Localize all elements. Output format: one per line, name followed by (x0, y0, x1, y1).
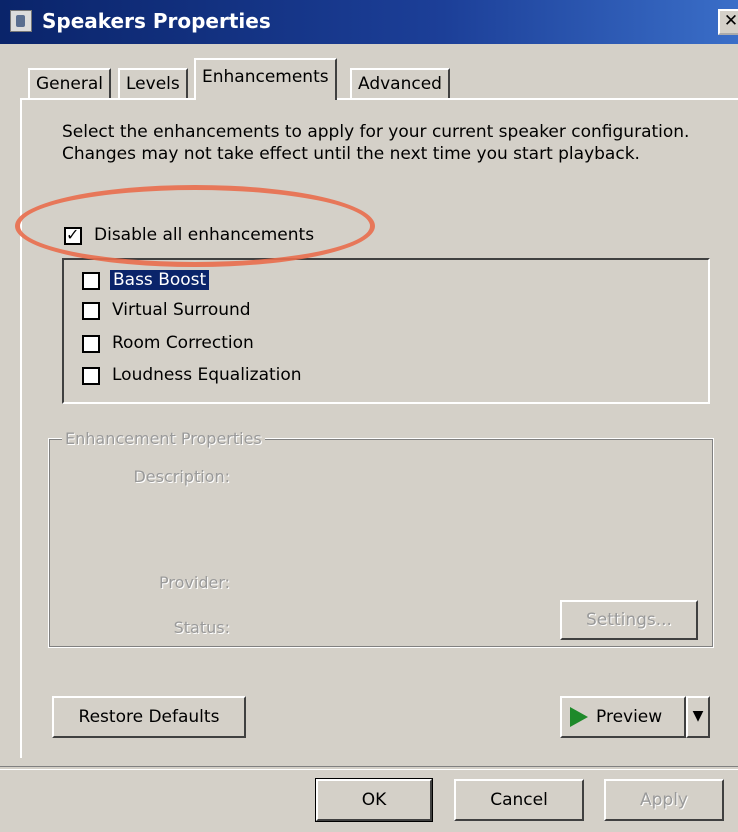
tab-enhancements[interactable]: Enhancements (194, 58, 337, 100)
bass-boost-checkbox[interactable] (82, 272, 100, 290)
speaker-icon (10, 10, 32, 32)
preview-button[interactable]: Preview (560, 696, 686, 738)
group-legend: Enhancement Properties (62, 429, 265, 448)
play-icon (570, 707, 588, 727)
intro-text: Select the enhancements to apply for you… (62, 122, 690, 164)
virtual-surround-checkbox[interactable] (82, 302, 100, 320)
list-item[interactable]: Room Correction (112, 333, 254, 353)
close-button[interactable]: ✕ (718, 9, 738, 35)
speakers-properties-dialog: Speakers Properties ✕ General Levels Enh… (0, 0, 738, 832)
close-icon: ✕ (723, 11, 738, 31)
tab-levels[interactable]: Levels (118, 68, 188, 98)
settings-button[interactable]: Settings... (560, 600, 698, 640)
list-item[interactable]: Loudness Equalization (112, 365, 302, 385)
tab-general[interactable]: General (28, 68, 111, 98)
restore-defaults-button[interactable]: Restore Defaults (52, 696, 246, 738)
provider-label: Provider: (159, 573, 230, 592)
list-item[interactable]: Bass Boost (110, 270, 210, 290)
room-correction-checkbox[interactable] (82, 335, 100, 353)
title-bar: Speakers Properties ✕ (0, 0, 738, 44)
loudness-equalization-checkbox[interactable] (82, 367, 100, 385)
cancel-button[interactable]: Cancel (454, 779, 584, 821)
ok-button[interactable]: OK (315, 778, 433, 822)
divider (0, 766, 738, 770)
chevron-down-icon: ▼ (692, 708, 704, 724)
tab-advanced[interactable]: Advanced (350, 68, 450, 98)
apply-button[interactable]: Apply (604, 779, 724, 821)
preview-dropdown-button[interactable]: ▼ (686, 696, 710, 738)
window-title: Speakers Properties (42, 9, 271, 33)
annotation-ellipse (15, 185, 375, 267)
status-label: Status: (173, 618, 230, 637)
description-label: Description: (133, 467, 230, 486)
list-item[interactable]: Virtual Surround (112, 300, 251, 320)
